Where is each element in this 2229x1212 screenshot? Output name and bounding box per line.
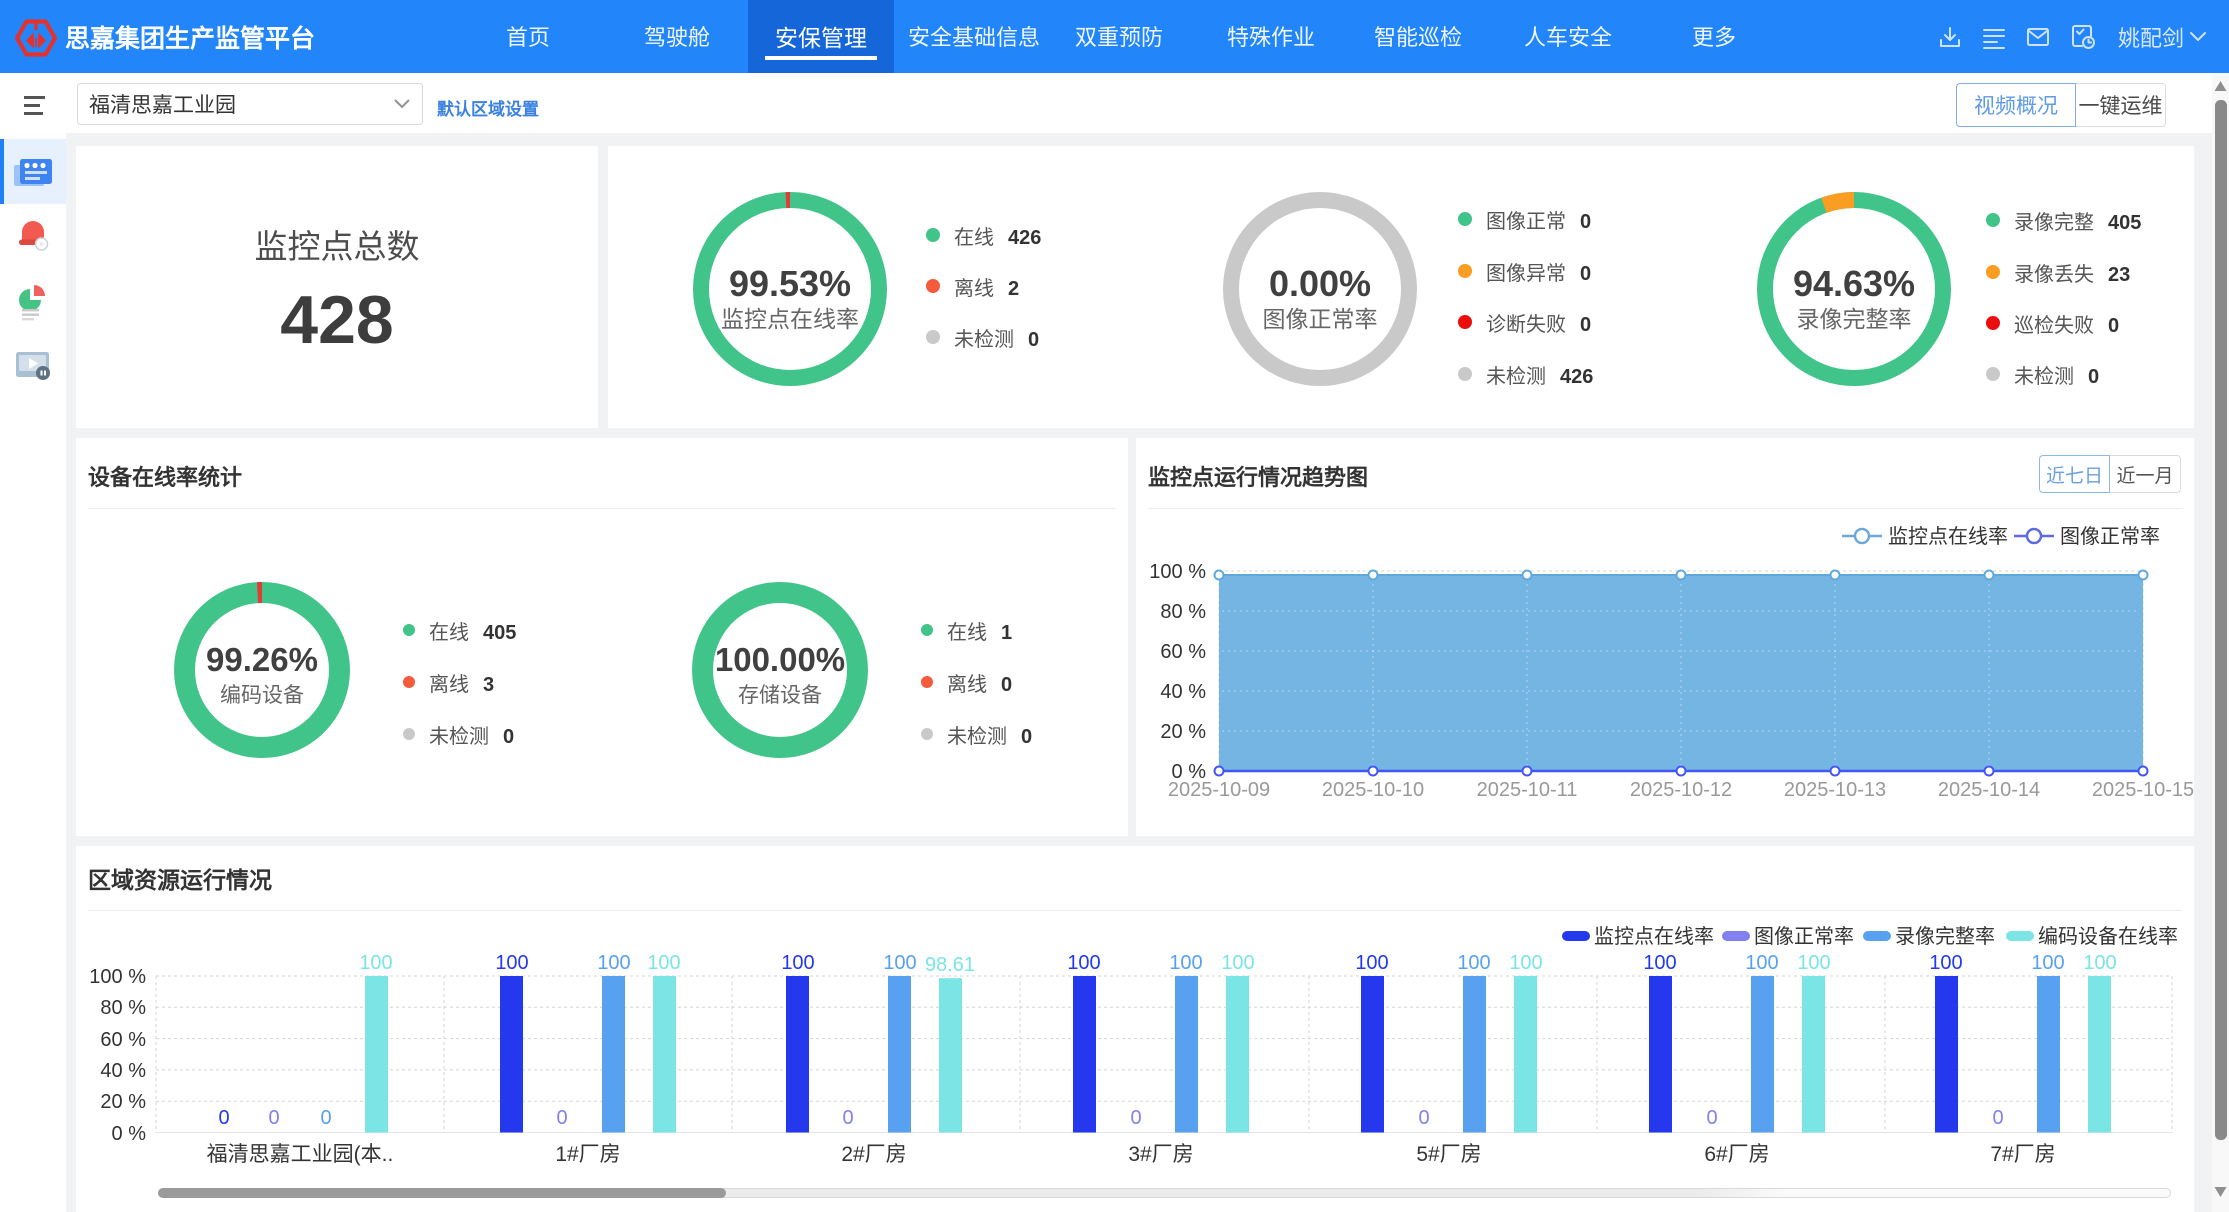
svg-text:100 %: 100 % — [1149, 555, 1206, 584]
svg-text:2025-10-14: 2025-10-14 — [1938, 773, 2040, 802]
svg-text:100: 100 — [647, 946, 680, 975]
svg-text:100: 100 — [1643, 946, 1676, 975]
svg-text:100: 100 — [1169, 946, 1202, 975]
svg-text:录像完整率: 录像完整率 — [1895, 920, 1995, 949]
svg-text:编码设备: 编码设备 — [220, 679, 304, 709]
svg-text:100: 100 — [1221, 946, 1254, 975]
svg-text:1#厂房: 1#厂房 — [555, 1138, 620, 1168]
svg-text:98.61: 98.61 — [925, 948, 975, 977]
svg-text:监控点在线率: 监控点在线率 — [1594, 920, 1714, 949]
svg-text:0: 0 — [268, 1101, 279, 1130]
svg-text:0 %: 0 % — [112, 1117, 147, 1146]
svg-text:图像正常率: 图像正常率 — [1263, 300, 1378, 334]
svg-text:0: 0 — [1992, 1101, 2003, 1130]
svg-text:监控点在线率: 监控点在线率 — [1888, 520, 2008, 549]
svg-text:录像完整率: 录像完整率 — [1797, 300, 1912, 334]
svg-text:100: 100 — [1797, 946, 1830, 975]
svg-text:40 %: 40 % — [100, 1054, 146, 1083]
svg-text:100: 100 — [2031, 946, 2064, 975]
svg-text:0: 0 — [320, 1101, 331, 1130]
svg-text:0: 0 — [218, 1101, 229, 1130]
svg-text:100: 100 — [1457, 946, 1490, 975]
svg-text:60 %: 60 % — [1160, 635, 1206, 664]
svg-text:2025-10-12: 2025-10-12 — [1630, 773, 1732, 802]
svg-text:0: 0 — [842, 1101, 853, 1130]
svg-text:0: 0 — [1130, 1101, 1141, 1130]
svg-text:100: 100 — [597, 946, 630, 975]
svg-text:图像正常率: 图像正常率 — [1754, 920, 1854, 949]
svg-text:0: 0 — [1418, 1101, 1429, 1130]
svg-text:0: 0 — [556, 1101, 567, 1130]
svg-text:7#厂房: 7#厂房 — [1990, 1138, 2055, 1168]
svg-text:2025-10-10: 2025-10-10 — [1322, 773, 1424, 802]
svg-text:20 %: 20 % — [100, 1085, 146, 1114]
svg-text:100: 100 — [1355, 946, 1388, 975]
svg-text:3#厂房: 3#厂房 — [1128, 1138, 1193, 1168]
svg-text:福清思嘉工业园(本..: 福清思嘉工业园(本.. — [207, 1138, 394, 1168]
svg-text:5#厂房: 5#厂房 — [1416, 1138, 1481, 1168]
svg-text:100.00%: 100.00% — [715, 633, 845, 681]
svg-text:40 %: 40 % — [1160, 675, 1206, 704]
svg-text:图像正常率: 图像正常率 — [2060, 520, 2160, 549]
svg-text:20 %: 20 % — [1160, 715, 1206, 744]
svg-text:100: 100 — [1509, 946, 1542, 975]
svg-text:100: 100 — [1067, 946, 1100, 975]
svg-text:60 %: 60 % — [100, 1023, 146, 1052]
svg-text:2025-10-15: 2025-10-15 — [2092, 773, 2194, 802]
svg-text:80 %: 80 % — [1160, 595, 1206, 624]
svg-text:100: 100 — [883, 946, 916, 975]
svg-text:存储设备: 存储设备 — [738, 679, 822, 709]
svg-text:100: 100 — [359, 946, 392, 975]
svg-text:6#厂房: 6#厂房 — [1704, 1138, 1769, 1168]
svg-text:100: 100 — [2083, 946, 2116, 975]
svg-text:2025-10-11: 2025-10-11 — [1477, 773, 1578, 802]
svg-text:99.26%: 99.26% — [206, 633, 318, 681]
svg-text:100: 100 — [781, 946, 814, 975]
svg-text:编码设备在线率: 编码设备在线率 — [2038, 920, 2178, 949]
svg-text:2025-10-09: 2025-10-09 — [1168, 773, 1270, 802]
svg-text:2#厂房: 2#厂房 — [841, 1138, 906, 1168]
svg-text:100: 100 — [495, 946, 528, 975]
svg-text:100: 100 — [1745, 946, 1778, 975]
svg-text:监控点在线率: 监控点在线率 — [721, 300, 859, 334]
svg-text:0: 0 — [1706, 1101, 1717, 1130]
svg-text:2025-10-13: 2025-10-13 — [1784, 773, 1886, 802]
svg-text:100: 100 — [1929, 946, 1962, 975]
svg-text:100 %: 100 % — [89, 960, 146, 989]
svg-text:80 %: 80 % — [100, 991, 146, 1020]
